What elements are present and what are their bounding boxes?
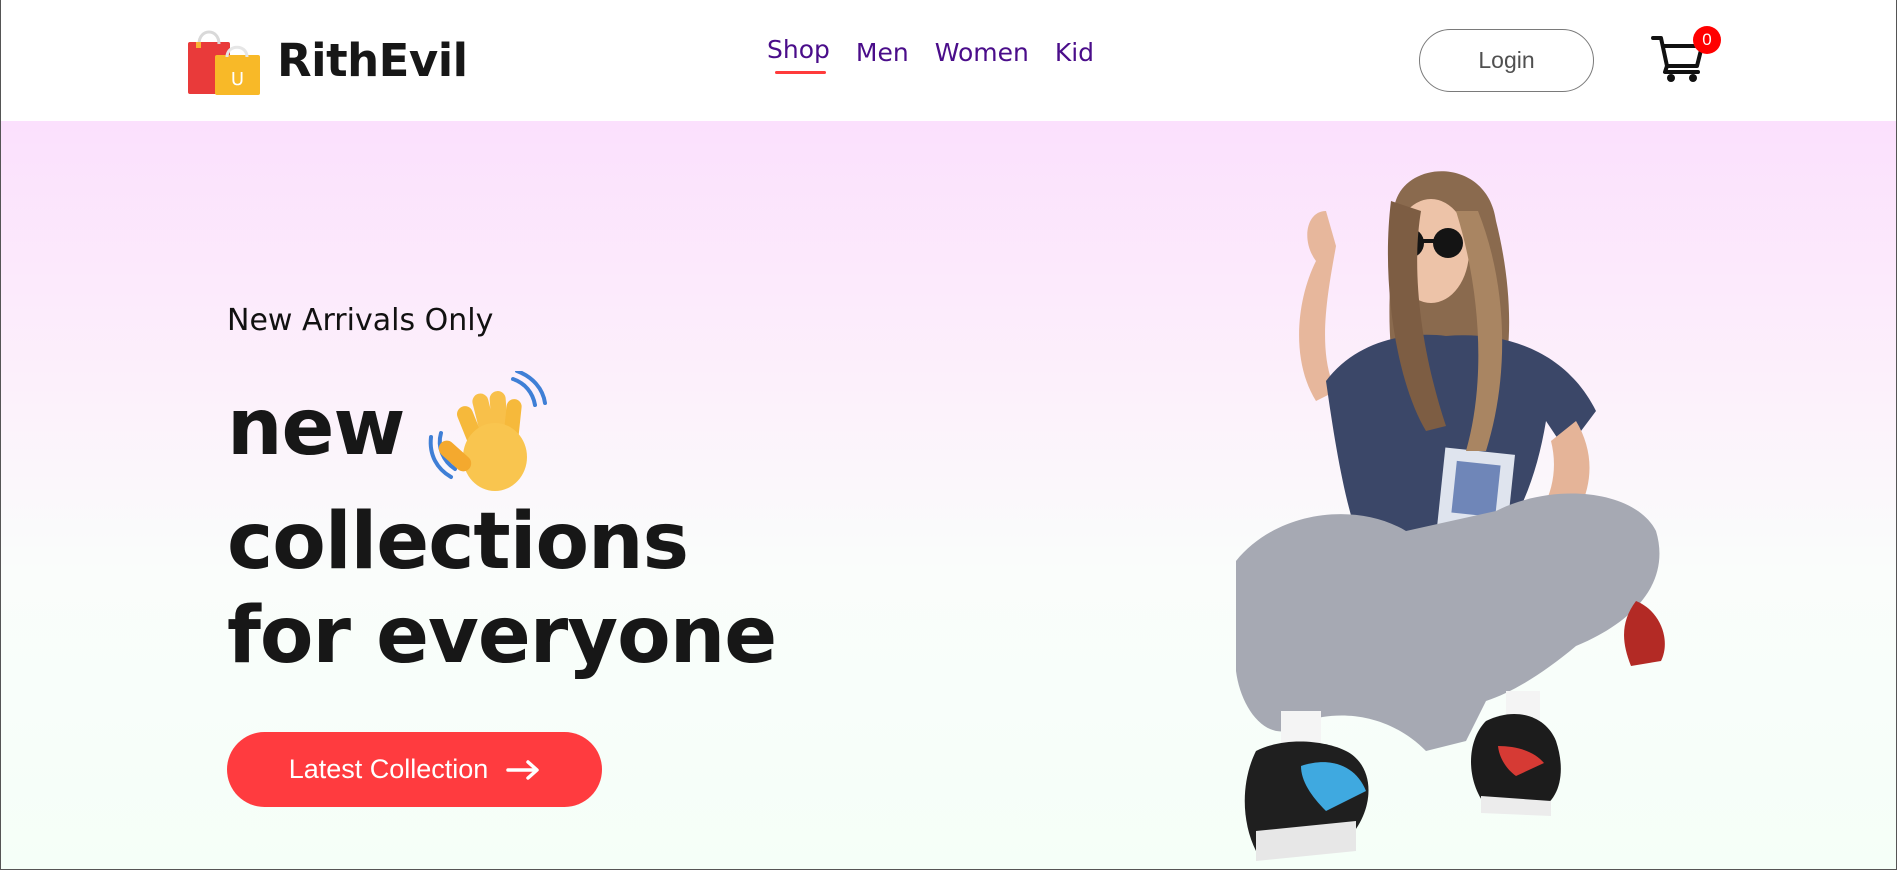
login-button[interactable]: Login (1419, 29, 1594, 92)
cta-label: Latest Collection (288, 754, 489, 784)
nav-item-shop[interactable]: Shop (767, 35, 830, 74)
nav-item-kid[interactable]: Kid (1055, 38, 1094, 77)
brand[interactable]: U RithEvil (187, 22, 468, 98)
navbar: U RithEvil Shop Men Women Kid Login 0 (1, 0, 1896, 121)
nav-item-label: Women (934, 38, 1029, 67)
nav-item-women[interactable]: Women (935, 38, 1029, 77)
hero-headline-line-1: new (227, 383, 405, 473)
hero-section: New Arrivals Only new collections for ev (1, 121, 1896, 869)
brand-name: RithEvil (277, 33, 468, 87)
nav-item-label: Men (855, 38, 909, 67)
page: U RithEvil Shop Men Women Kid Login 0 Ne… (0, 0, 1897, 870)
nav-active-underline (775, 71, 826, 74)
nav-item-men[interactable]: Men (856, 38, 909, 77)
cart-button[interactable]: 0 (1651, 26, 1721, 86)
shopping-bags-icon: U (188, 30, 260, 95)
arrow-right-icon (506, 759, 540, 780)
hero-headline-line-3: for everyone (227, 591, 777, 681)
hero-eyebrow: New Arrivals Only (227, 303, 494, 338)
logo-letter: U (231, 69, 244, 90)
latest-collection-button[interactable]: Latest Collection (227, 732, 602, 807)
hero-headline-line-2: collections (227, 497, 689, 587)
waving-hand-icon (428, 371, 547, 491)
nav-item-label: Kid (1054, 38, 1095, 67)
model-photo (1236, 171, 1665, 861)
nav-item-label: Shop (767, 35, 830, 64)
nav-menu: Shop Men Women Kid (767, 35, 1094, 77)
cart-count-badge: 0 (1693, 26, 1721, 54)
